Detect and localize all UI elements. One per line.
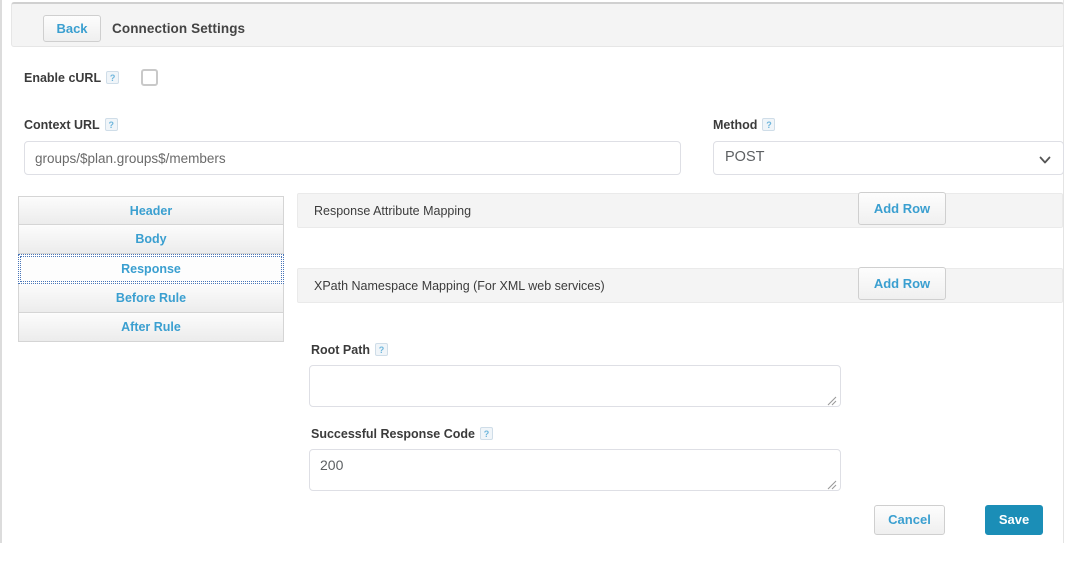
context-url-input[interactable]: [24, 141, 681, 175]
context-url-label-text: Context URL: [24, 118, 100, 132]
connection-settings-page: Back Connection Settings Enable cURL? Co…: [0, 0, 1064, 543]
help-icon[interactable]: ?: [479, 427, 493, 440]
settings-tab-list: Header Body Response Before Rule After R…: [18, 196, 284, 342]
back-button[interactable]: Back: [43, 15, 101, 42]
method-label-text: Method: [713, 118, 758, 132]
method-select-value: POST: [725, 149, 765, 165]
enable-curl-label: Enable cURL?: [24, 71, 120, 85]
tab-before-rule[interactable]: Before Rule: [18, 284, 284, 313]
add-row-button[interactable]: Add Row: [858, 192, 946, 225]
panel-header-bar: Back Connection Settings: [11, 2, 1064, 47]
enable-curl-checkbox[interactable]: [141, 69, 158, 86]
xpath-namespace-mapping-section: XPath Namespace Mapping (For XML web ser…: [297, 267, 1063, 303]
successful-response-code-label: Successful Response Code?: [311, 427, 493, 441]
help-icon[interactable]: ?: [106, 71, 120, 84]
section-title: Response Attribute Mapping: [314, 204, 472, 218]
successful-response-code-textarea[interactable]: [309, 449, 841, 491]
help-icon[interactable]: ?: [762, 118, 776, 131]
enable-curl-label-text: Enable cURL: [24, 71, 102, 85]
save-button[interactable]: Save: [985, 505, 1043, 535]
successful-response-code-label-text: Successful Response Code: [311, 427, 475, 441]
tab-body[interactable]: Body: [18, 225, 284, 254]
root-path-label: Root Path?: [311, 343, 389, 357]
tab-header[interactable]: Header: [18, 196, 284, 225]
response-attribute-mapping-section: Response Attribute Mapping Add Row: [297, 192, 1063, 228]
add-row-button[interactable]: Add Row: [858, 267, 946, 300]
help-icon[interactable]: ?: [375, 343, 389, 356]
help-icon[interactable]: ?: [104, 118, 118, 131]
chevron-down-icon: [1039, 153, 1051, 165]
cancel-button[interactable]: Cancel: [874, 505, 945, 535]
method-label: Method?: [713, 118, 776, 132]
section-title: XPath Namespace Mapping (For XML web ser…: [314, 279, 605, 293]
root-path-label-text: Root Path: [311, 343, 371, 357]
tab-after-rule[interactable]: After Rule: [18, 313, 284, 342]
root-path-textarea[interactable]: [309, 365, 841, 407]
page-title: Connection Settings: [112, 21, 246, 36]
context-url-label: Context URL?: [24, 118, 118, 132]
method-select[interactable]: POST: [713, 141, 1064, 175]
tab-response[interactable]: Response: [18, 254, 284, 284]
